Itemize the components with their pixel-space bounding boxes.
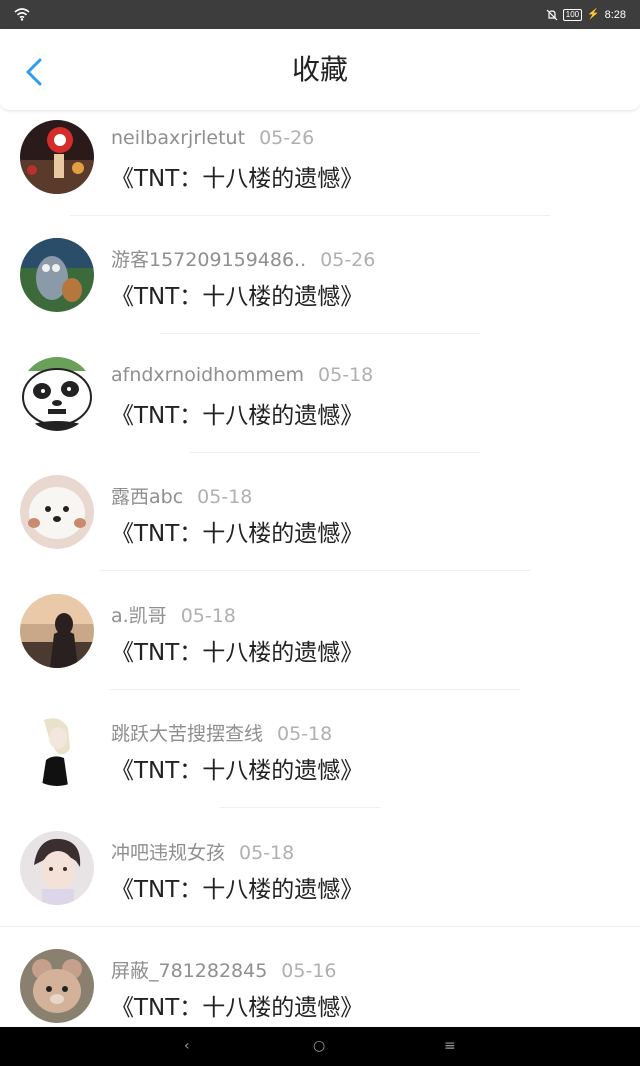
avatar[interactable]: [20, 712, 94, 786]
item-meta: neilbaxrjrletut 05-26: [111, 127, 314, 149]
avatar[interactable]: [20, 357, 94, 431]
post-title[interactable]: 《TNT：十八楼的遗憾》: [111, 633, 363, 667]
post-title[interactable]: 《TNT：十八楼的遗憾》: [111, 159, 363, 193]
list-item[interactable]: 露西abc 05-18 《TNT：十八楼的遗憾》: [0, 466, 640, 584]
avatar[interactable]: [20, 475, 94, 549]
username[interactable]: 屏蔽_781282845: [111, 960, 267, 982]
divider: [110, 689, 520, 690]
item-meta: 屏蔽_781282845 05-16: [111, 956, 337, 983]
list-item[interactable]: 屏蔽_781282845 05-16 《TNT：十八楼的遗憾》: [0, 940, 640, 1027]
avatar[interactable]: [20, 120, 94, 194]
status-bar: 100 ⚡ 8:28: [0, 0, 640, 29]
date: 05-18: [239, 842, 295, 864]
date: 05-18: [180, 605, 236, 627]
mute-bell-icon: [546, 9, 558, 20]
list-item[interactable]: neilbaxrjrletut 05-26 《TNT：十八楼的遗憾》: [0, 111, 640, 229]
item-meta: 跳跃大苦搜摆查线 05-18: [111, 719, 332, 746]
username[interactable]: 冲吧违规女孩: [111, 842, 225, 864]
username[interactable]: 游客157209159486..: [111, 249, 306, 271]
nav-back-icon[interactable]: ‹: [184, 1027, 190, 1066]
divider: [100, 570, 530, 571]
avatar[interactable]: [20, 949, 94, 1023]
post-title[interactable]: 《TNT：十八楼的遗憾》: [111, 514, 363, 548]
page-title: 收藏: [291, 53, 348, 86]
post-title[interactable]: 《TNT：十八楼的遗憾》: [111, 870, 363, 904]
divider: [0, 926, 640, 927]
wifi-icon: [14, 8, 30, 21]
date: 05-26: [320, 249, 376, 271]
nav-menu-icon[interactable]: ≡: [444, 1027, 456, 1066]
item-meta: 冲吧违规女孩 05-18: [111, 838, 294, 865]
charging-icon: ⚡: [587, 9, 600, 20]
date: 05-18: [197, 486, 253, 508]
list-item[interactable]: 游客157209159486.. 05-26 《TNT：十八楼的遗憾》: [0, 229, 640, 347]
post-title[interactable]: 《TNT：十八楼的遗憾》: [111, 277, 363, 311]
system-nav-bar: ‹ ○ ≡: [0, 1027, 640, 1066]
divider: [70, 215, 550, 216]
divider: [160, 333, 480, 334]
username[interactable]: afndxrnoidhommem: [111, 364, 304, 386]
avatar[interactable]: [20, 238, 94, 312]
list-item[interactable]: 跳跃大苦搜摆查线 05-18 《TNT：十八楼的遗憾》: [0, 703, 640, 821]
favorites-list: neilbaxrjrletut 05-26 《TNT：十八楼的遗憾》 游客1572…: [0, 111, 640, 1027]
back-arrow-icon[interactable]: [18, 55, 52, 89]
date: 05-26: [259, 127, 315, 149]
date: 05-18: [277, 723, 333, 745]
list-item[interactable]: 冲吧违规女孩 05-18 《TNT：十八楼的遗憾》: [0, 822, 640, 940]
username[interactable]: 露西abc: [111, 486, 183, 508]
post-title[interactable]: 《TNT：十八楼的遗憾》: [111, 751, 363, 785]
username[interactable]: a.凯哥: [111, 605, 167, 627]
header-bar: 收藏: [0, 29, 640, 111]
list-item[interactable]: afndxrnoidhommem 05-18 《TNT：十八楼的遗憾》: [0, 348, 640, 466]
item-meta: a.凯哥 05-18: [111, 601, 236, 628]
divider: [220, 807, 380, 808]
battery-indicator: 100: [562, 8, 583, 21]
item-meta: afndxrnoidhommem 05-18: [111, 364, 373, 386]
item-meta: 游客157209159486.. 05-26: [111, 245, 375, 272]
avatar[interactable]: [20, 594, 94, 668]
item-meta: 露西abc 05-18: [111, 482, 252, 509]
clock: 8:28: [604, 8, 626, 21]
username[interactable]: neilbaxrjrletut: [111, 127, 245, 149]
post-title[interactable]: 《TNT：十八楼的遗憾》: [111, 988, 363, 1022]
date: 05-18: [318, 364, 374, 386]
divider: [190, 452, 480, 453]
avatar[interactable]: [20, 831, 94, 905]
username[interactable]: 跳跃大苦搜摆查线: [111, 723, 263, 745]
list-item[interactable]: a.凯哥 05-18 《TNT：十八楼的遗憾》: [0, 585, 640, 703]
date: 05-16: [281, 960, 337, 982]
nav-home-icon[interactable]: ○: [313, 1027, 325, 1066]
post-title[interactable]: 《TNT：十八楼的遗憾》: [111, 396, 363, 430]
